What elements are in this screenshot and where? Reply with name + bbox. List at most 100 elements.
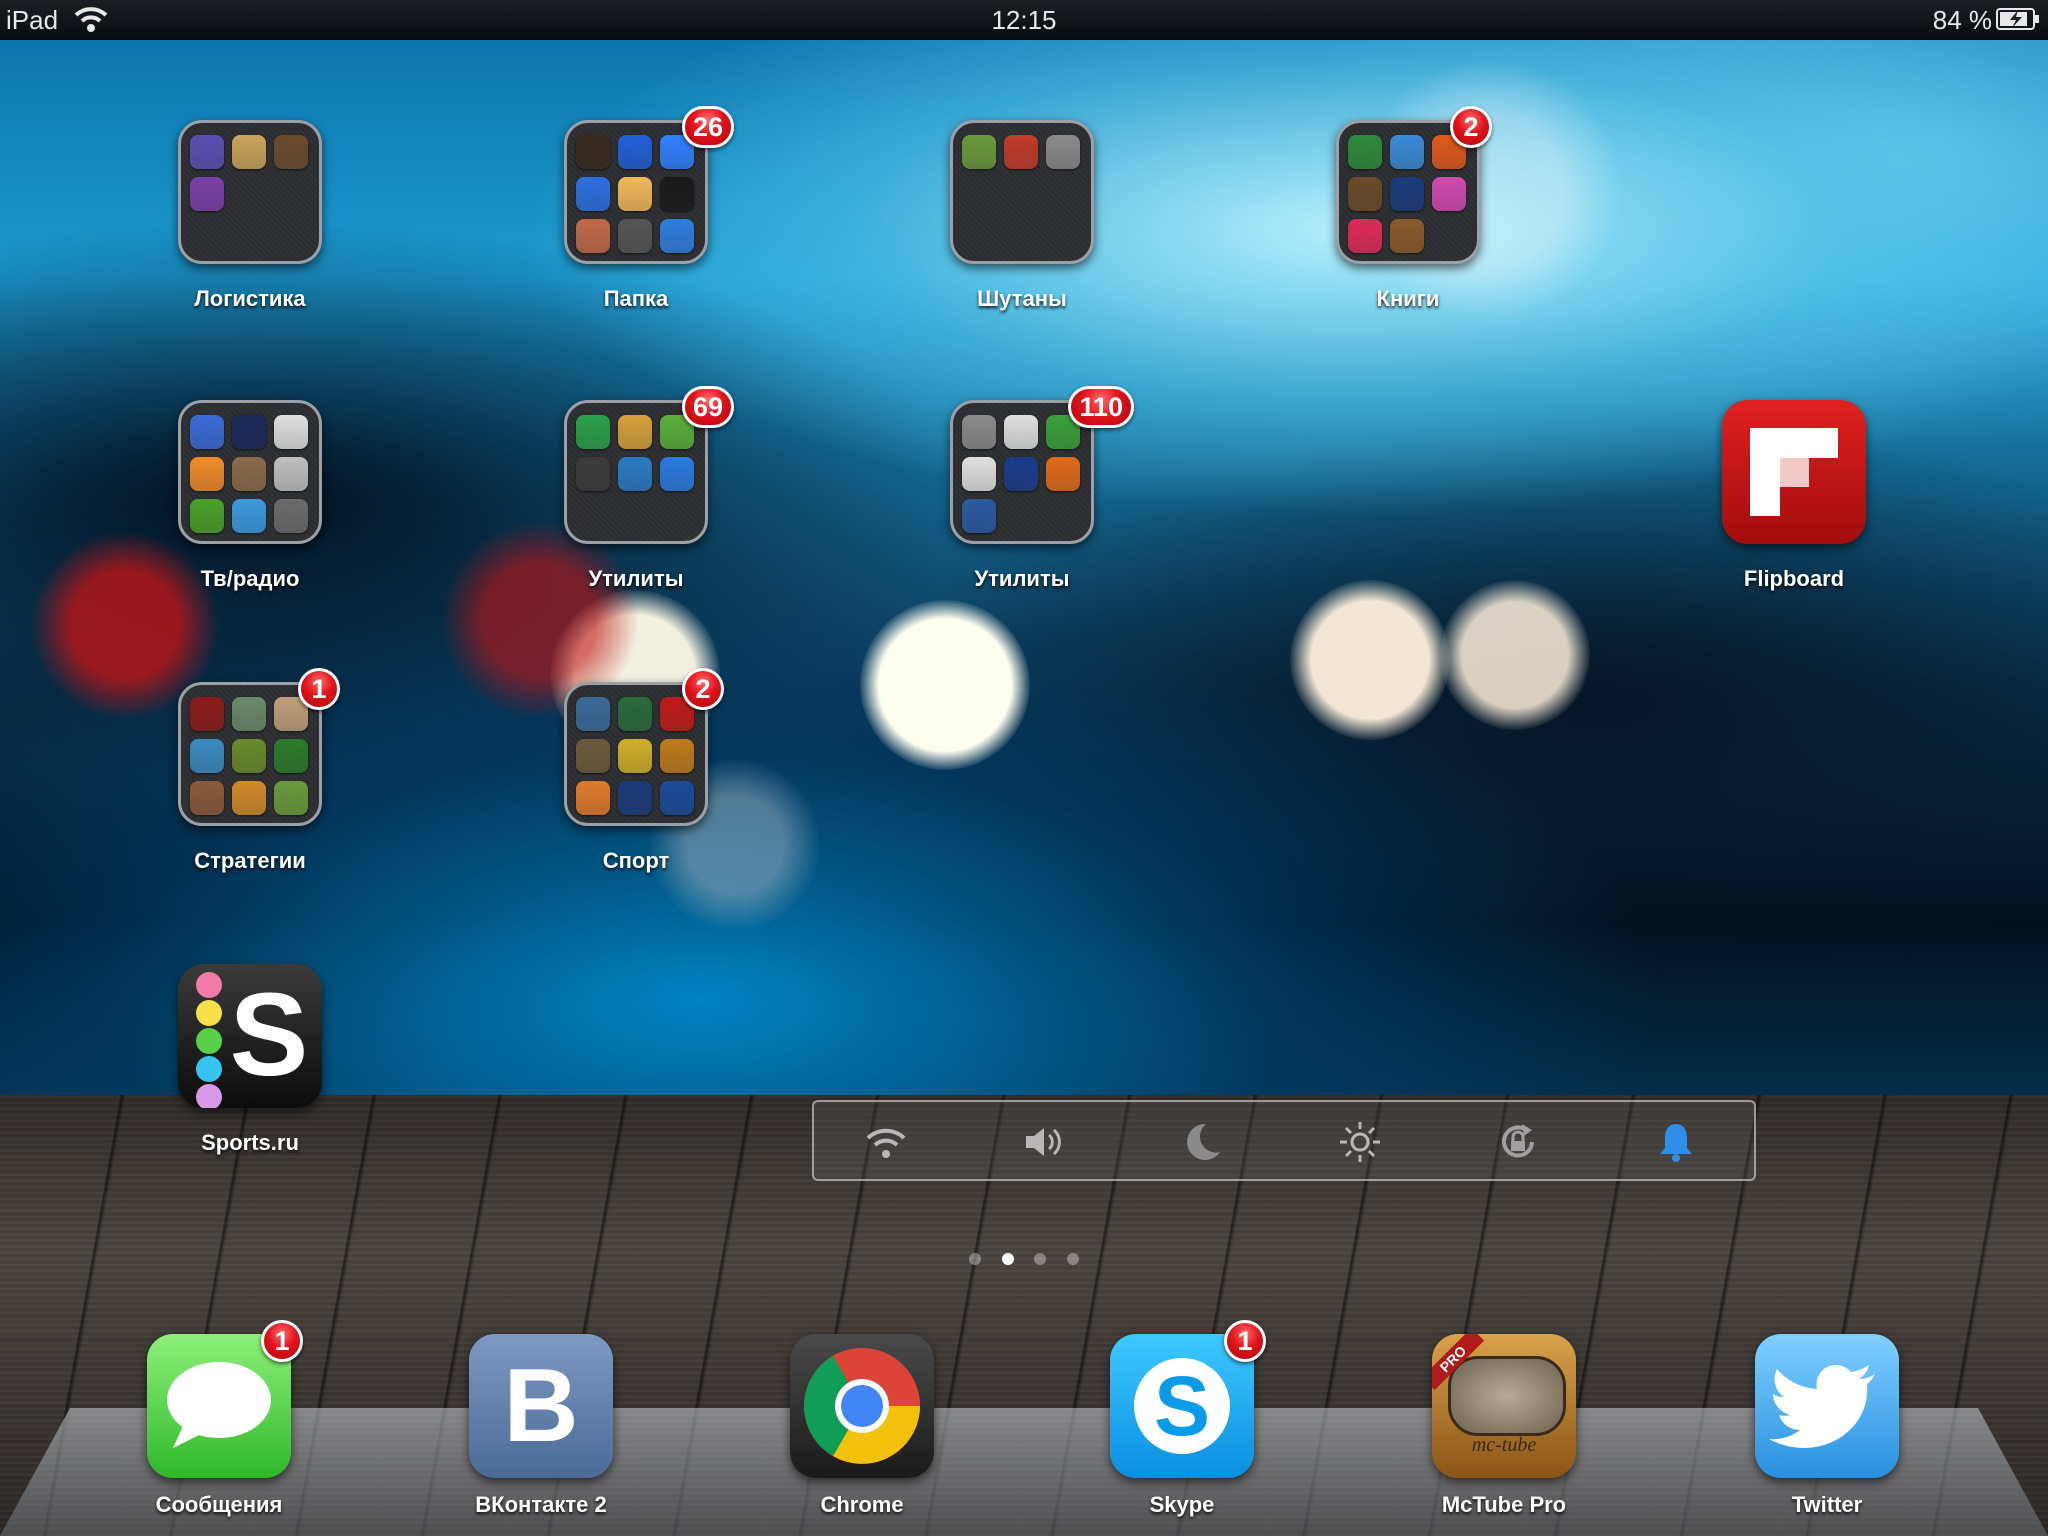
twitter-icon	[1755, 1334, 1899, 1478]
folder-utility-2[interactable]: 110 Утилиты	[892, 386, 1152, 592]
app-label: McTube Pro	[1441, 1492, 1567, 1517]
mini-app-icon	[190, 415, 224, 449]
dock-app-messages[interactable]: 1 Сообщения	[89, 1320, 349, 1518]
mini-app-icon	[660, 739, 694, 773]
notification-badge: 1	[1224, 1320, 1266, 1362]
dock-app-twitter[interactable]: Twitter	[1697, 1334, 1957, 1518]
wifi-toggle[interactable]	[864, 1120, 908, 1164]
dock-app-mctube[interactable]: mc-tube PRO McTube Pro	[1374, 1334, 1634, 1518]
mini-app-icon	[618, 697, 652, 731]
mini-app-icon	[618, 177, 652, 211]
folder-logistics[interactable]: Логистика	[120, 120, 380, 312]
mini-app-icon	[1390, 177, 1424, 211]
do-not-disturb-toggle[interactable]	[1180, 1120, 1224, 1164]
mini-app-icon	[274, 499, 308, 533]
mini-app-icon	[232, 457, 266, 491]
tv-screen	[1448, 1356, 1566, 1436]
vk-letter: B	[503, 1348, 579, 1464]
mini-app-icon	[962, 499, 996, 533]
bokeh-light	[1440, 580, 1590, 730]
mini-app-icon	[1348, 177, 1382, 211]
folder-label: Книги	[1376, 286, 1440, 311]
mini-app-icon	[618, 219, 652, 253]
mini-app-icon	[962, 415, 996, 449]
chrome-icon	[790, 1334, 934, 1478]
app-label: Skype	[1149, 1492, 1215, 1517]
app-sports-ru[interactable]: S Sports.ru	[120, 964, 380, 1156]
mini-app-icon	[190, 457, 224, 491]
folder-label: Логистика	[194, 286, 306, 311]
folder-icon-grid	[564, 120, 708, 264]
quick-toggle-panel	[812, 1100, 1756, 1181]
battery-icon	[1996, 8, 2039, 30]
folder-label: Стратегии	[194, 848, 306, 873]
mini-app-icon	[232, 739, 266, 773]
vkontakte-icon: B	[469, 1334, 613, 1478]
battery-percent: 84 %	[1932, 5, 1992, 35]
bird-icon	[1769, 1364, 1875, 1448]
flipboard-logo	[1750, 428, 1838, 516]
mini-app-icon	[1390, 135, 1424, 169]
mini-app-icon	[274, 781, 308, 815]
folder-label: Утилиты	[974, 566, 1070, 591]
page-indicator[interactable]	[0, 1252, 2048, 1270]
folder-icon-grid	[564, 400, 708, 544]
folder-sport[interactable]: 2 Спорт	[506, 668, 766, 874]
mini-app-icon	[1432, 177, 1466, 211]
mini-app-icon	[274, 457, 308, 491]
mctube-icon: mc-tube PRO	[1432, 1334, 1576, 1478]
app-label: Twitter	[1791, 1492, 1863, 1517]
sports-ru-icon: S	[178, 964, 322, 1108]
folder-shutany[interactable]: Шутаны	[892, 120, 1152, 312]
mini-app-icon	[232, 781, 266, 815]
bokeh-light	[860, 600, 1030, 770]
volume-toggle[interactable]	[1022, 1120, 1066, 1164]
mini-app-icon	[190, 781, 224, 815]
page-dot	[1066, 1253, 1079, 1265]
folder-strategy[interactable]: 1 Стратегии	[120, 668, 380, 874]
mini-app-icon	[232, 697, 266, 731]
bokeh-light	[1290, 580, 1450, 740]
notifications-toggle[interactable]	[1654, 1120, 1698, 1164]
skype-logo: S	[1134, 1358, 1230, 1454]
app-flipboard[interactable]: Flipboard	[1664, 400, 1924, 592]
flipboard-icon	[1722, 400, 1866, 544]
folder-knigi[interactable]: 2 Книги	[1278, 106, 1538, 312]
page-dot	[969, 1253, 982, 1265]
mini-app-icon	[232, 499, 266, 533]
mini-app-icon	[232, 135, 266, 169]
dock-app-skype[interactable]: S 1 Skype	[1052, 1320, 1312, 1518]
mini-app-icon	[1348, 135, 1382, 169]
mini-app-icon	[660, 177, 694, 211]
folder-icon-grid	[178, 400, 322, 544]
mini-app-icon	[660, 781, 694, 815]
mini-app-icon	[618, 781, 652, 815]
mini-app-icon	[576, 415, 610, 449]
dock-app-chrome[interactable]: Chrome	[732, 1334, 992, 1518]
notification-badge: 26	[681, 106, 734, 148]
mini-app-icon	[1004, 457, 1038, 491]
mini-app-icon	[274, 415, 308, 449]
mini-app-icon	[576, 739, 610, 773]
rotation-lock-toggle[interactable]	[1496, 1120, 1540, 1164]
mini-app-icon	[576, 697, 610, 731]
folder-label: Утилиты	[588, 566, 684, 591]
folder-papka[interactable]: 26 Папка	[506, 106, 766, 312]
folder-label: Спорт	[602, 848, 670, 873]
folder-utility-1[interactable]: 69 Утилиты	[506, 386, 766, 592]
app-label: Flipboard	[1743, 566, 1845, 591]
notification-badge: 69	[681, 386, 734, 428]
mini-app-icon	[1004, 415, 1038, 449]
mini-app-icon	[576, 135, 610, 169]
folder-label: Шутаны	[977, 286, 1067, 311]
brightness-toggle[interactable]	[1338, 1120, 1382, 1164]
notification-badge: 1	[261, 1320, 303, 1362]
mini-app-icon	[190, 135, 224, 169]
folder-label: Папка	[603, 286, 669, 311]
notification-badge: 110	[1068, 386, 1134, 428]
folder-tv-radio[interactable]: Тв/радио	[120, 400, 380, 592]
dock-app-vkontakte[interactable]: B ВКонтакте 2	[411, 1334, 671, 1518]
folder-icon-grid	[178, 682, 322, 826]
mini-app-icon	[576, 219, 610, 253]
notification-badge: 2	[682, 668, 724, 710]
